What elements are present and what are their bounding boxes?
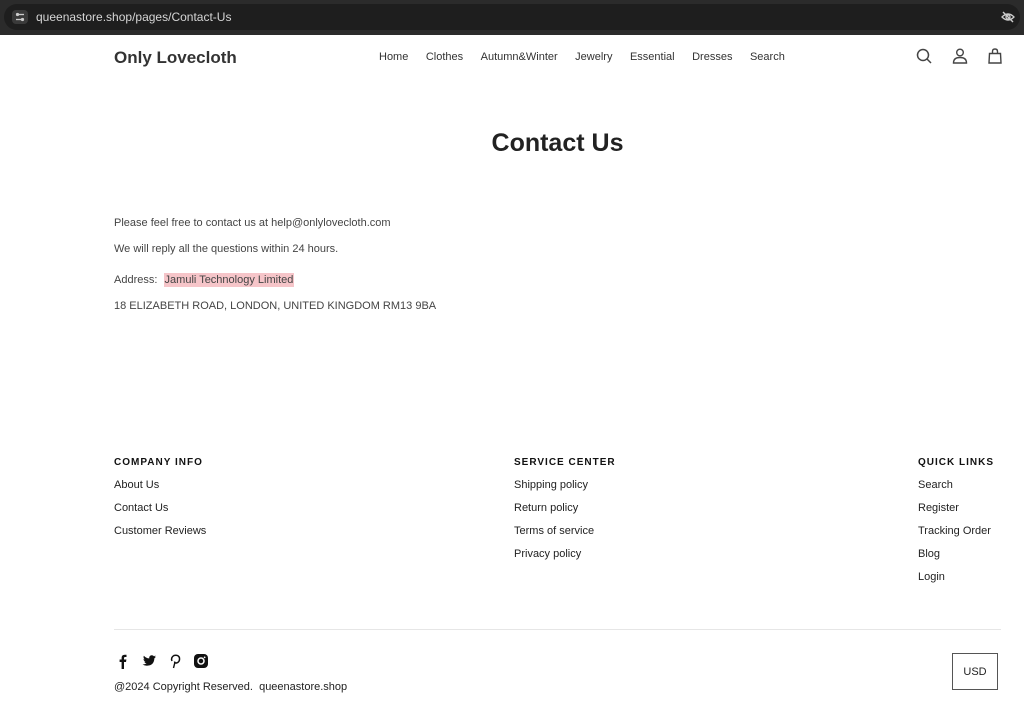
nav-dresses[interactable]: Dresses (692, 51, 732, 63)
footer-divider (114, 629, 1001, 630)
account-icon[interactable] (951, 47, 969, 65)
url-text[interactable]: queenastore.shop/pages/Contact-Us (36, 10, 231, 24)
site-header: Only Lovecloth Home Clothes Autumn&Winte… (0, 35, 1024, 81)
contact-email-line: Please feel free to contact us at help@o… (114, 217, 391, 229)
address-line: Address: Jamuli Technology Limited (114, 273, 295, 287)
browser-url-bar: queenastore.shop/pages/Contact-Us (0, 0, 1024, 35)
nav-essential[interactable]: Essential (630, 51, 675, 63)
nav-home[interactable]: Home (379, 51, 408, 63)
facebook-icon[interactable] (115, 653, 131, 669)
footer-link-tracking-order[interactable]: Tracking Order (918, 525, 994, 548)
social-links (115, 653, 219, 669)
eye-slash-icon[interactable] (1000, 10, 1016, 24)
cart-icon[interactable] (986, 47, 1004, 65)
footer-link-contact-us[interactable]: Contact Us (114, 502, 206, 525)
instagram-icon[interactable] (193, 653, 209, 669)
nav-autumn-winter[interactable]: Autumn&Winter (481, 51, 558, 63)
footer-quick-links: QUICK LINKS Search Register Tracking Ord… (918, 457, 994, 594)
footer-link-customer-reviews[interactable]: Customer Reviews (114, 525, 206, 548)
address-label: Address: (114, 274, 158, 286)
reply-time-line: We will reply all the questions within 2… (114, 243, 339, 255)
main-nav: Home Clothes Autumn&Winter Jewelry Essen… (379, 51, 802, 63)
footer-heading: COMPANY INFO (114, 457, 203, 468)
footer-link-login[interactable]: Login (918, 571, 994, 594)
search-icon[interactable] (915, 47, 933, 65)
footer-heading: SERVICE CENTER (514, 457, 616, 468)
site-settings-icon[interactable] (12, 10, 28, 24)
footer-company-info: COMPANY INFO About Us Contact Us Custome… (114, 457, 206, 548)
footer-link-privacy-policy[interactable]: Privacy policy (514, 548, 616, 571)
footer-heading: QUICK LINKS (918, 457, 994, 468)
nav-search[interactable]: Search (750, 51, 785, 63)
page-title: Contact Us (491, 129, 624, 157)
pinterest-icon[interactable] (167, 653, 183, 669)
footer-link-search[interactable]: Search (918, 479, 994, 502)
footer-link-blog[interactable]: Blog (918, 548, 994, 571)
footer-link-return-policy[interactable]: Return policy (514, 502, 616, 525)
nav-clothes[interactable]: Clothes (426, 51, 463, 63)
twitter-icon[interactable] (141, 653, 157, 669)
address-street: 18 ELIZABETH ROAD, LONDON, UNITED KINGDO… (114, 300, 437, 312)
copyright-text: @2024 Copyright Reserved. queenastore.sh… (114, 681, 348, 693)
footer-link-register[interactable]: Register (918, 502, 994, 525)
footer-link-terms-of-service[interactable]: Terms of service (514, 525, 616, 548)
footer-link-about-us[interactable]: About Us (114, 479, 206, 502)
address-company-highlighted: Jamuli Technology Limited (163, 273, 295, 287)
site-logo[interactable]: Only Lovecloth (114, 48, 237, 68)
address-field[interactable]: queenastore.shop/pages/Contact-Us (4, 4, 1020, 30)
footer-service-center: SERVICE CENTER Shipping policy Return po… (514, 457, 616, 571)
footer-link-shipping-policy[interactable]: Shipping policy (514, 479, 616, 502)
currency-selector[interactable]: USD (952, 653, 998, 690)
nav-jewelry[interactable]: Jewelry (575, 51, 612, 63)
